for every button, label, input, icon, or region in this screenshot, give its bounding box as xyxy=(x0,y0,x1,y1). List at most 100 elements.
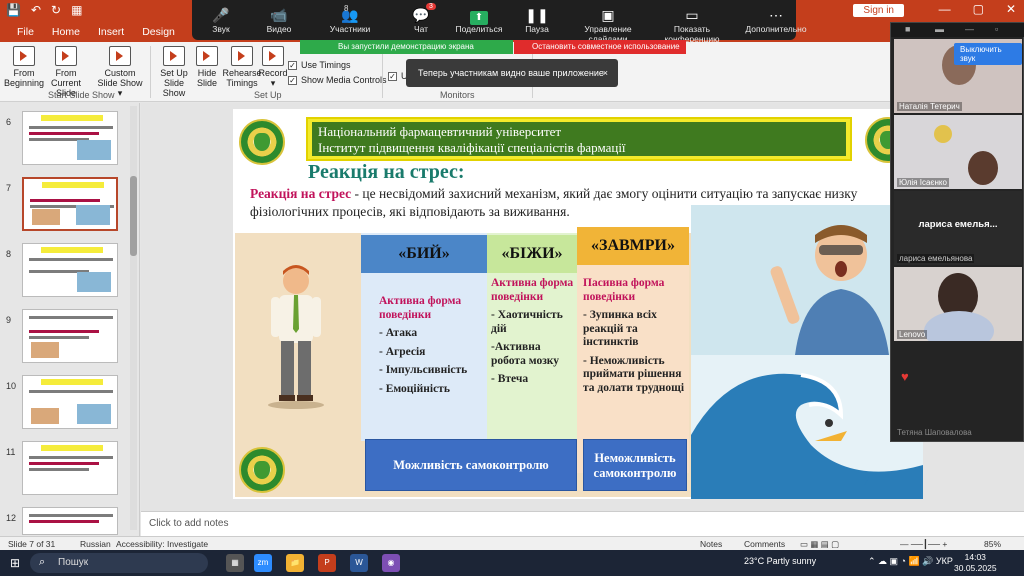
taskbar-search[interactable]: ⌕ Пошук xyxy=(30,553,208,573)
powerpoint-icon[interactable]: P xyxy=(318,554,336,572)
slide-thumbnail[interactable]: 9 xyxy=(6,309,132,367)
notes-pane[interactable]: Click to add notes xyxy=(141,511,1024,536)
minimize-icon[interactable]: — xyxy=(939,2,951,16)
chat-badge: 3 xyxy=(426,3,436,10)
panel-view-icon[interactable]: ▬ xyxy=(935,24,944,34)
more-button[interactable]: ⋯ Дополнительно xyxy=(734,0,818,40)
slide-thumbnail[interactable]: 8 xyxy=(6,243,132,301)
panel-close-icon[interactable]: ▫ xyxy=(995,24,998,34)
chat-button[interactable]: 💬 3 Чат xyxy=(392,0,450,40)
maximize-icon[interactable]: ▢ xyxy=(973,2,984,16)
institute-name: Інститут підвищення кваліфікації спеціал… xyxy=(318,140,626,155)
participant-video-tile[interactable]: Lenovo xyxy=(894,267,1022,341)
task-view-icon[interactable]: ▦ xyxy=(226,554,244,572)
sign-in-button[interactable]: Sign in xyxy=(853,4,904,17)
slide-thumbnail[interactable]: 10 xyxy=(6,375,132,433)
view-buttons[interactable]: ▭ ▦ ▤ ▢ xyxy=(800,539,839,550)
participant-video-tile[interactable]: Выключить звук Наталія Тетерич xyxy=(894,39,1022,113)
pause-share-button[interactable]: ❚❚ Пауза xyxy=(508,0,566,40)
chat-icon: 💬 xyxy=(412,7,430,23)
participant-name-partial: Тетяна Шаповалова xyxy=(897,428,972,437)
freeze-details: Пасивна форма поведінки - Зупинка всіх р… xyxy=(583,277,687,395)
show-meeting-button[interactable]: ▭ Показать конференцию xyxy=(650,0,734,44)
participant-name: Lenovo xyxy=(897,330,928,339)
participant-face xyxy=(934,125,952,143)
set-up-slide-show-button[interactable]: Set Up Slide Show xyxy=(152,46,196,98)
heart-reaction-icon: ♥ xyxy=(901,369,909,384)
participant-video-tile[interactable]: лариса емелья... лариса емельянова xyxy=(894,191,1022,265)
scrollbar-thumb[interactable] xyxy=(130,176,137,256)
slide-thumbnail[interactable]: 11 xyxy=(6,441,132,499)
show-media-controls-checkbox[interactable]: ✓ Show Media Controls xyxy=(288,75,387,85)
viber-icon[interactable]: ◉ xyxy=(382,554,400,572)
weather-widget[interactable]: 23°C Partly sunny xyxy=(744,556,816,566)
zoom-video-panel: ■ ▬ — ▫ Выключить звук Наталія Тетерич Ю… xyxy=(890,22,1024,442)
slide-thumbnail-selected[interactable]: 7 xyxy=(6,177,132,235)
zoom-level[interactable]: 85% xyxy=(984,539,1001,549)
flight-header: «БІЖИ» xyxy=(487,235,577,273)
participant-video-tile[interactable]: Юлія Ісаєнко xyxy=(894,115,1022,189)
slide-control-icon: ▣ xyxy=(601,7,615,23)
slide-thumbnail[interactable]: 12 xyxy=(6,507,132,535)
participant-face xyxy=(968,151,998,185)
self-control-box: Можливість самоконтролю xyxy=(365,439,577,491)
present-icon[interactable]: ▦ xyxy=(71,3,82,17)
panel-minimize-icon[interactable]: — xyxy=(965,24,974,34)
video-button[interactable]: 📹 Видео xyxy=(250,0,308,40)
from-beginning-button[interactable]: From Beginning xyxy=(2,46,46,88)
start-icon[interactable]: ⊞ xyxy=(10,556,20,570)
share-toast: Теперь участникам видно ваше приложение × xyxy=(406,59,618,87)
menu-insert[interactable]: Insert xyxy=(89,22,133,42)
save-icon[interactable]: 💾 xyxy=(6,3,21,17)
microphone-icon: 🎤 xyxy=(212,7,230,23)
thumbnail-scrollbar[interactable] xyxy=(130,106,137,530)
file-explorer-icon[interactable]: 📁 xyxy=(286,554,304,572)
ribbon-separator xyxy=(150,46,151,98)
participants-count: 8 xyxy=(344,4,349,13)
menu-home[interactable]: Home xyxy=(43,22,89,42)
surprised-man-and-wave-image xyxy=(691,205,923,499)
participants-icon: 👥 xyxy=(341,7,359,23)
current-slide[interactable]: Національний фармацевтичний університет … xyxy=(233,109,923,499)
pause-icon: ❚❚ xyxy=(525,7,549,23)
setup-icon xyxy=(163,46,185,66)
stop-share-button[interactable]: Остановить совместное использование xyxy=(514,40,686,54)
mute-all-button[interactable]: Выключить звук xyxy=(954,43,1022,65)
notes-placeholder: Click to add notes xyxy=(149,518,229,529)
audio-button[interactable]: 🎤 Звук xyxy=(192,0,250,40)
redo-icon[interactable]: ↻ xyxy=(51,3,61,17)
close-icon[interactable]: × xyxy=(603,59,608,87)
language-indicator[interactable]: Russian xyxy=(80,539,111,549)
flight-item: - Втеча xyxy=(491,373,529,385)
slide-control-button[interactable]: ▣ Управление слайдами xyxy=(566,0,650,44)
accessibility-status[interactable]: Accessibility: Investigate xyxy=(116,539,208,549)
slide-thumbnail-pane: 6 7 8 9 10 11 12 xyxy=(0,103,140,536)
panel-view-icon[interactable]: ■ xyxy=(905,24,910,34)
zoom-slider[interactable]: — ──┃── + xyxy=(900,539,947,550)
hide-slide-button[interactable]: Hide Slide xyxy=(192,46,222,88)
checkbox-checked-icon: ✓ xyxy=(388,71,397,81)
keyboard-language[interactable]: УКР xyxy=(936,556,953,566)
fight-item: - Імпульсивність xyxy=(379,364,468,376)
menu-file[interactable]: File xyxy=(8,22,43,42)
record-button[interactable]: Record ▾ xyxy=(256,46,290,88)
university-logo-bottom xyxy=(239,447,285,493)
university-banner: Національний фармацевтичний університет … xyxy=(306,117,852,161)
freeze-subtitle: Пасивна форма поведінки xyxy=(583,277,665,303)
zoom-app-icon[interactable]: zm xyxy=(254,554,272,572)
menu-design[interactable]: Design xyxy=(133,22,184,42)
participants-button[interactable]: 👥 8 Участники xyxy=(308,0,392,40)
flight-subtitle: Активна форма поведінки xyxy=(491,277,574,303)
clock[interactable]: 14:03 30.05.2025 xyxy=(954,552,997,574)
close-icon[interactable]: ✕ xyxy=(1006,2,1016,16)
slide-thumbnail[interactable]: 6 xyxy=(6,111,132,169)
undo-icon[interactable]: ↶ xyxy=(31,3,41,17)
share-button[interactable]: ⬆ Поделиться xyxy=(450,0,508,40)
word-icon[interactable]: W xyxy=(350,554,368,572)
system-tray[interactable]: ⌃ ☁ ▣ ◔ 📶 🔊 УКР xyxy=(868,556,953,567)
search-icon: ⌕ xyxy=(39,556,46,568)
flight-item: - Хаотичність дій xyxy=(491,309,563,335)
use-timings-checkbox[interactable]: ✓ Use Timings xyxy=(288,60,351,70)
comments-toggle[interactable]: Comments xyxy=(744,539,785,549)
notes-toggle[interactable]: Notes xyxy=(700,539,722,549)
